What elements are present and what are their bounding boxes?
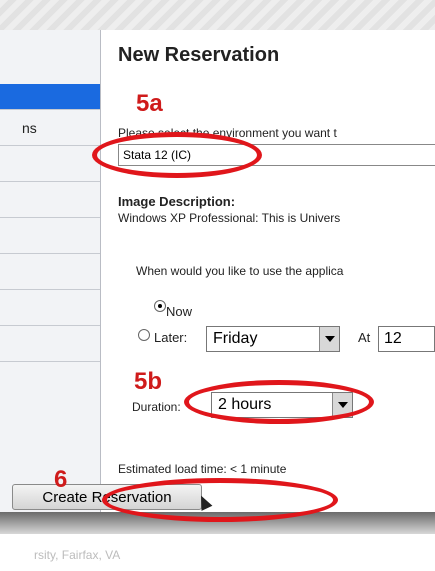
image-description-text: Windows XP Professional: This is Univers bbox=[118, 211, 341, 225]
sidebar-item-ns[interactable]: ns bbox=[0, 110, 100, 146]
sidebar-item[interactable] bbox=[0, 146, 100, 182]
annotation-5a: 5a bbox=[136, 90, 163, 117]
time-input[interactable]: 12 bbox=[378, 326, 435, 352]
sidebar-item-label: ns bbox=[22, 120, 37, 136]
page-title: New Reservation bbox=[118, 44, 280, 66]
now-radio[interactable] bbox=[154, 300, 166, 312]
day-value: Friday bbox=[213, 330, 258, 347]
chevron-down-icon[interactable] bbox=[332, 393, 352, 417]
sidebar-item[interactable] bbox=[0, 254, 100, 290]
footer-text: rsity, Fairfax, VA bbox=[34, 548, 121, 562]
duration-label: Duration: bbox=[132, 400, 181, 414]
duration-value: 2 hours bbox=[218, 396, 272, 413]
environment-select[interactable]: Stata 12 (IC) bbox=[118, 144, 435, 166]
sidebar-item[interactable] bbox=[0, 218, 100, 254]
annotation-5b: 5b bbox=[134, 368, 163, 395]
at-label: At bbox=[358, 330, 371, 345]
chevron-down-icon[interactable] bbox=[319, 327, 339, 351]
sidebar: ns bbox=[0, 30, 101, 518]
sidebar-item[interactable] bbox=[0, 182, 100, 218]
duration-dropdown[interactable]: 2 hours bbox=[211, 392, 353, 418]
annotation-6: 6 bbox=[54, 466, 68, 493]
create-reservation-button[interactable]: Create Reservation bbox=[12, 484, 202, 510]
load-time-estimate: Estimated load time: < 1 minute bbox=[118, 462, 287, 476]
now-label: Now bbox=[166, 304, 193, 319]
later-label: Later: bbox=[154, 330, 188, 345]
environment-prompt: Please select the environment you want t bbox=[118, 126, 337, 140]
later-radio[interactable] bbox=[138, 329, 150, 341]
window-bottom-shadow bbox=[0, 512, 435, 534]
sidebar-item[interactable] bbox=[0, 290, 100, 326]
sidebar-item[interactable] bbox=[0, 326, 100, 362]
reservation-window: ns New Reservation Please select the env… bbox=[0, 30, 435, 518]
day-dropdown[interactable]: Friday bbox=[206, 326, 340, 352]
image-description-heading: Image Description: bbox=[118, 194, 236, 209]
sidebar-item-active[interactable] bbox=[0, 84, 100, 110]
schedule-question: When would you like to use the applica bbox=[136, 264, 344, 278]
